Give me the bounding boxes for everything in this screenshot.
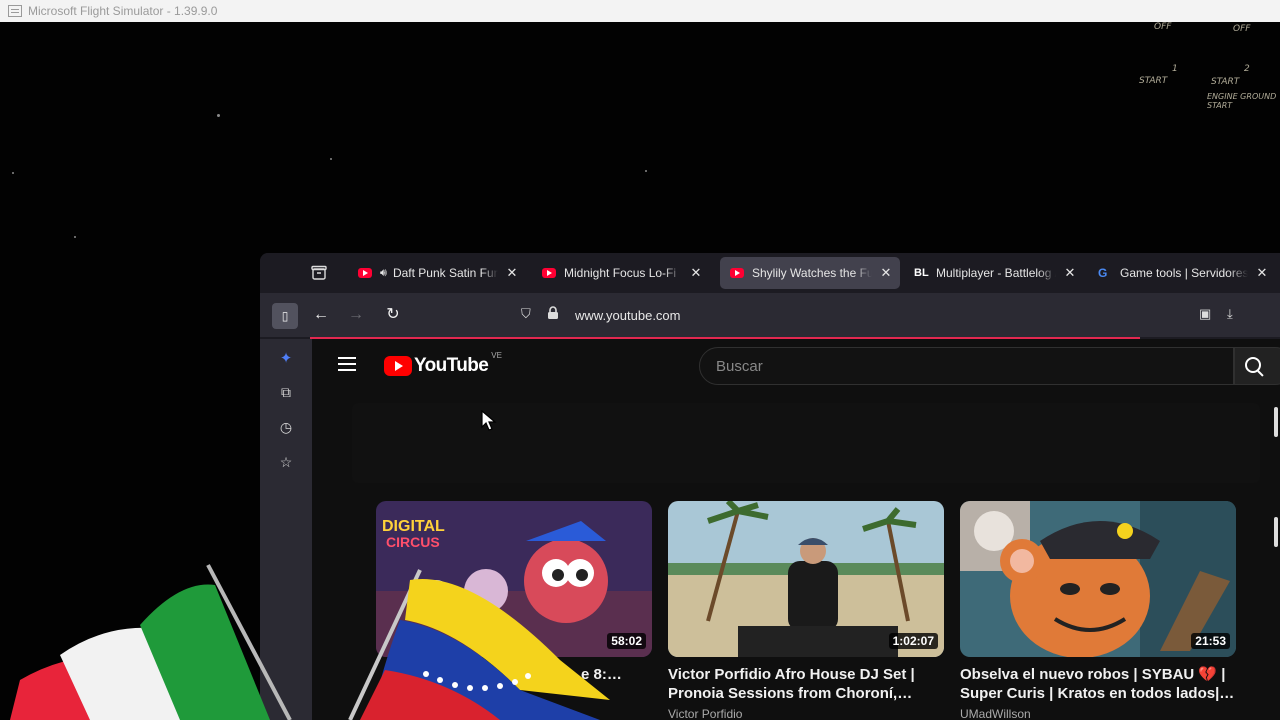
tab-shylily[interactable]: Shylily Watches the Funny ✕: [720, 257, 900, 289]
youtube-logo[interactable]: YouTube VE: [384, 351, 502, 377]
digital-circus-thumbnail[interactable]: DIGITAL CIRCUS 58:02: [376, 501, 652, 657]
search-button[interactable]: [1234, 347, 1280, 385]
search-placeholder: Buscar: [716, 358, 763, 375]
tab-battlelog[interactable]: BL Multiplayer - Battlelog / B ✕: [904, 257, 1084, 289]
browser-sidebar: ✦ ⧉ ◷ ☆: [260, 339, 312, 720]
cockpit-label-start-2: START: [1211, 77, 1240, 87]
light-dot: [330, 158, 332, 160]
close-icon[interactable]: ✕: [878, 265, 894, 281]
tab-bar: 🔊︎ Daft Punk Satin Funk ✕ Midnight Focus…: [260, 253, 1280, 293]
back-arrow-icon[interactable]: ←: [310, 305, 332, 325]
window-app-icon: [8, 5, 22, 17]
youtube-wordmark: YouTube: [414, 355, 489, 376]
svg-text:CIRCUS: CIRCUS: [386, 534, 440, 550]
tab-daft-punk[interactable]: 🔊︎ Daft Punk Satin Funk ✕: [348, 257, 526, 289]
navigation-toolbar: ▯ ← → ↻ ⛉ www.youtube.com ▣ ⤓: [260, 293, 1280, 337]
video-card[interactable]: DIGITAL CIRCUS 58:02 …NE …e 8:…: [376, 501, 654, 703]
video-duration: 1:02:07: [888, 633, 938, 649]
cockpit-label-ground-start: ENGINE GROUND START: [1207, 92, 1277, 110]
youtube-play-icon: [384, 356, 412, 376]
hamburger-menu-icon[interactable]: [338, 357, 356, 371]
tab-title: Game tools | Servidores: [1120, 266, 1248, 280]
cockpit-label-start-1: START: [1139, 76, 1168, 86]
picture-in-picture-icon[interactable]: ▣: [1199, 306, 1211, 322]
os-title-bar: Microsoft Flight Simulator - 1.39.9.0: [0, 0, 1280, 22]
channel-name[interactable]: UMadWillson: [960, 707, 1238, 720]
synced-tabs-icon[interactable]: ⧉: [276, 384, 296, 404]
search-input[interactable]: Buscar: [699, 347, 1234, 385]
light-dot: [645, 170, 647, 172]
light-dot: [217, 114, 220, 117]
close-icon[interactable]: ✕: [688, 265, 704, 281]
search-icon: [1245, 357, 1261, 373]
cockpit-label-off-2: OFF: [1233, 24, 1251, 34]
youtube-icon: [542, 268, 556, 278]
bookmarks-star-icon[interactable]: ☆: [276, 454, 296, 474]
url-text[interactable]: www.youtube.com: [575, 308, 681, 323]
tab-title: Multiplayer - Battlelog / B: [936, 266, 1056, 280]
close-icon[interactable]: ✕: [1254, 265, 1270, 281]
cockpit-label-off-1: OFF: [1154, 22, 1172, 32]
channel-name[interactable]: Victor Porfidio: [668, 707, 946, 720]
svg-text:DIGITAL: DIGITAL: [382, 518, 445, 535]
tab-list-icon[interactable]: [310, 264, 328, 282]
history-clock-icon[interactable]: ◷: [276, 419, 296, 439]
tracking-shield-icon[interactable]: ⛉: [521, 306, 531, 322]
tab-title: Daft Punk Satin Funk: [392, 266, 498, 280]
light-dot: [12, 172, 14, 174]
reload-icon[interactable]: ↻: [382, 305, 404, 325]
close-icon[interactable]: ✕: [504, 265, 520, 281]
video-title[interactable]: Obselva el nuevo robos | SYBAU 💔 | Super…: [960, 665, 1238, 703]
cartoon-mouse-thumbnail[interactable]: 21:53: [960, 501, 1236, 657]
country-code: VE: [491, 351, 502, 360]
video-card[interactable]: 21:53 Obselva el nuevo robos | SYBAU 💔 |…: [960, 501, 1238, 720]
tab-title: Shylily Watches the Funny: [752, 266, 872, 280]
video-duration: 58:02: [607, 633, 646, 649]
google-icon: G: [1098, 266, 1108, 280]
lock-icon[interactable]: [547, 306, 559, 323]
window-title: Microsoft Flight Simulator - 1.39.9.0: [28, 4, 218, 18]
tab-title: Midnight Focus Lo-Fi: [564, 266, 677, 280]
youtube-icon: [730, 268, 744, 278]
video-card[interactable]: 1:02:07 Victor Porfidio Afro House DJ Se…: [668, 501, 946, 720]
cockpit-label-engine-2: 2: [1244, 64, 1250, 74]
download-icon[interactable]: ⤓: [1227, 306, 1233, 322]
video-duration: 21:53: [1191, 633, 1230, 649]
scroll-edge: [1274, 407, 1278, 437]
youtube-icon: [358, 268, 372, 278]
forward-arrow-icon[interactable]: →: [345, 305, 367, 325]
sidebar-toggle-icon[interactable]: ▯: [272, 303, 298, 329]
video-title[interactable]: Victor Porfidio Afro House DJ Set | Pron…: [668, 665, 946, 703]
battlelog-icon: BL: [914, 267, 929, 279]
address-bar[interactable]: ⛉ www.youtube.com ▣ ⤓: [515, 300, 1275, 330]
youtube-page: YouTube VE Buscar DIGITAL CIRCUS 58:02 ……: [312, 339, 1280, 720]
tab-midnight-focus[interactable]: Midnight Focus Lo-Fi ✕: [532, 257, 710, 289]
cockpit-label-engine-1: 1: [1172, 64, 1178, 74]
beach-dj-thumbnail[interactable]: 1:02:07: [668, 501, 944, 657]
browser-window: 🔊︎ Daft Punk Satin Funk ✕ Midnight Focus…: [260, 253, 1280, 720]
ai-sparkle-icon[interactable]: ✦: [276, 349, 296, 369]
speaker-icon[interactable]: 🔊︎: [380, 267, 387, 280]
tab-game-tools[interactable]: G Game tools | Servidores ✕: [1088, 257, 1276, 289]
video-title[interactable]: …NE …e 8:…: [376, 665, 654, 703]
scroll-edge: [1274, 517, 1278, 547]
close-icon[interactable]: ✕: [1062, 265, 1078, 281]
light-dot: [74, 236, 76, 238]
